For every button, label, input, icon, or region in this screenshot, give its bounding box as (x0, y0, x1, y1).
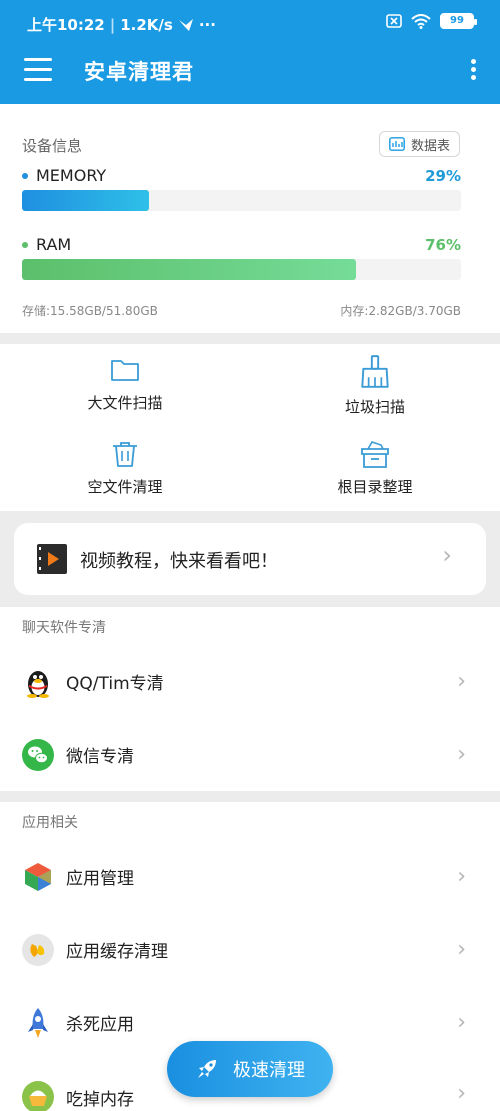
chat-section-heading: 聊天软件专清 (0, 607, 500, 647)
ram-label: RAM (36, 235, 72, 254)
ram-dot (22, 241, 28, 248)
row-label: 杀死应用 (66, 1015, 134, 1035)
trash-icon (113, 442, 137, 467)
ram-label-row: RAM (22, 235, 71, 254)
ram-bar (22, 259, 461, 280)
rocket-icon (198, 1060, 216, 1078)
status-time: 上午10:22 (27, 16, 105, 34)
chart-icon (389, 137, 405, 151)
row-label: QQ/Tim专清 (66, 674, 164, 694)
quick-clean-button[interactable]: 极速清理 (167, 1041, 333, 1097)
quick-clean-label: 极速清理 (233, 1060, 305, 1081)
device-info-card: 设备信息 数据表 MEMORY 29% RAM 76% 存储:15.58GB/5… (0, 104, 500, 333)
row-label: 应用缓存清理 (66, 942, 168, 962)
datatable-button[interactable]: 数据表 (378, 131, 460, 157)
memory-bar-fill (22, 190, 150, 211)
device-info-heading: 设备信息 (22, 137, 83, 155)
memory-label: MEMORY (36, 166, 107, 185)
memory-dot (22, 172, 28, 179)
menu-button[interactable] (24, 58, 52, 82)
broom-icon (361, 355, 389, 388)
memory-label-row: MEMORY (22, 166, 106, 185)
status-speed: 1.2K/s (120, 15, 173, 34)
tool-label: 根目录整理 (337, 478, 413, 496)
wechat-icon (22, 738, 54, 771)
ram-percent: 76% (425, 236, 461, 254)
chevron-right-icon: › (457, 1081, 466, 1106)
box-icon (361, 441, 389, 468)
row-app-manage[interactable]: 应用管理 › (0, 840, 500, 913)
notification-bird-icon (178, 18, 193, 31)
chevron-right-icon: › (457, 864, 466, 889)
wifi-icon (411, 13, 431, 29)
memory-percent: 29% (425, 167, 461, 185)
status-more-dots: ··· (198, 15, 216, 34)
chevron-right-icon: › (442, 541, 452, 569)
tools-grid: 大文件扫描 垃圾扫描 空文件清理 根目录整理 (0, 344, 500, 511)
app-section-heading: 应用相关 (0, 802, 500, 842)
video-tutorial-card[interactable]: 视频教程，快来看看吧！ › (14, 523, 486, 595)
video-tutorial-label: 视频教程，快来看看吧！ (80, 551, 278, 572)
chevron-right-icon: › (457, 742, 466, 767)
tool-root-dir-organize[interactable]: 根目录整理 (285, 438, 465, 497)
battery-icon: 99 (440, 13, 477, 29)
storage-info: 存储:15.58GB/51.80GB (22, 304, 158, 318)
status-divider: | (109, 15, 116, 34)
tool-empty-file-clean[interactable]: 空文件清理 (35, 438, 215, 497)
app-bar: 安卓清理君 (0, 46, 500, 104)
row-qq-clean[interactable]: QQ/Tim专清 › (0, 645, 500, 718)
memory-info: 内存:2.82GB/3.70GB (340, 304, 461, 318)
chevron-right-icon: › (457, 937, 466, 962)
chevron-right-icon: › (457, 1010, 466, 1035)
video-play-icon (37, 544, 67, 574)
more-options-button[interactable] (468, 56, 478, 84)
datatable-label: 数据表 (410, 138, 450, 154)
row-wechat-clean[interactable]: 微信专清 › (0, 718, 500, 791)
qq-penguin-icon (27, 670, 49, 698)
tool-label: 垃圾扫描 (344, 398, 405, 416)
ram-bar-fill (22, 259, 356, 280)
memory-bar (22, 190, 461, 211)
app-title: 安卓清理君 (84, 60, 194, 84)
row-label: 应用管理 (66, 869, 134, 889)
tool-junk-scan[interactable]: 垃圾扫描 (285, 354, 465, 417)
tool-label: 空文件清理 (87, 478, 163, 496)
top-bar: 上午10:22 | 1.2K/s ··· 99 安卓清理君 (0, 0, 500, 104)
row-label: 微信专清 (66, 747, 134, 767)
folder-icon (111, 360, 139, 381)
tool-large-file-scan[interactable]: 大文件扫描 (35, 354, 215, 413)
rocket-icon (28, 1007, 48, 1038)
row-app-cache-clean[interactable]: 应用缓存清理 › (0, 913, 500, 986)
status-bar: 上午10:22 | 1.2K/s ··· 99 (0, 0, 500, 46)
chevron-right-icon: › (457, 669, 466, 694)
cache-icon (22, 933, 54, 966)
tool-label: 大文件扫描 (87, 394, 163, 412)
cube-icon (25, 862, 51, 891)
memory-eat-icon (22, 1081, 54, 1111)
sim-off-icon (386, 14, 402, 28)
row-label: 吃掉内存 (66, 1090, 134, 1110)
